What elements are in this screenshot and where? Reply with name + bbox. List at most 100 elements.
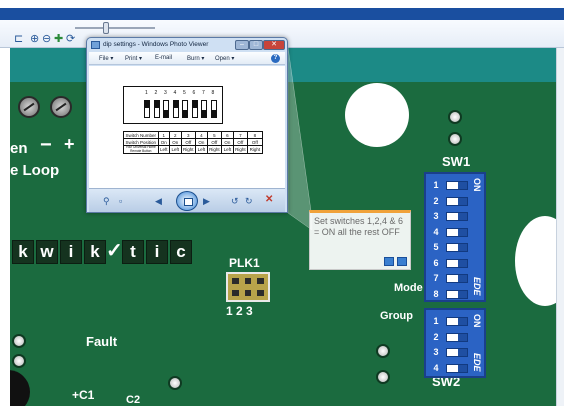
- maximize-button[interactable]: □: [249, 40, 263, 50]
- table-cell: On: [157, 138, 171, 146]
- dip-switch-number: 6: [433, 257, 439, 268]
- tic-letter: t: [122, 240, 144, 264]
- dip-brand-label: EDE: [472, 277, 482, 296]
- actual-size-icon[interactable]: ▫: [119, 196, 122, 206]
- label-c2: C2: [126, 394, 141, 406]
- tooltip-text: Set switches 1,2,4 & 6 = ON all the rest…: [314, 216, 404, 237]
- diagram-switch-number: 2: [154, 90, 158, 96]
- dip-switch-drawing: 12345678: [123, 86, 223, 124]
- help-icon[interactable]: ?: [271, 54, 280, 63]
- dip-switch-toggle: [446, 196, 468, 206]
- table-cell: Your Universal Home Remote Button: [123, 145, 159, 154]
- check-icon: ✓: [106, 240, 123, 262]
- dip-switch-number: 3: [433, 211, 439, 221]
- diagram-switch-knob: [154, 101, 159, 108]
- diagram-switch-knob: [211, 110, 216, 117]
- table-cell: 7: [232, 131, 249, 139]
- dip-brand-label: EDE: [472, 353, 482, 372]
- menu-email[interactable]: E-mail: [155, 55, 172, 61]
- tooltip-next-button[interactable]: [397, 257, 407, 266]
- led: [168, 376, 182, 390]
- led: [12, 334, 26, 348]
- table-cell: Switch Number: [123, 131, 159, 139]
- zoom-out-icon[interactable]: ⊖: [42, 33, 51, 45]
- led: [12, 354, 26, 368]
- header-pin: [255, 276, 266, 286]
- menu-open[interactable]: Open ▾: [215, 55, 234, 62]
- minimize-button[interactable]: –: [235, 40, 249, 50]
- menu-print[interactable]: Print ▾: [125, 55, 142, 62]
- table-cell: Right: [206, 145, 223, 154]
- diagram-switch-number: 8: [211, 90, 215, 96]
- diagram-switch: [153, 100, 160, 118]
- slideshow-button[interactable]: [176, 191, 198, 211]
- table-cell: Off: [180, 138, 197, 146]
- dip-switch-number: 4: [433, 226, 439, 237]
- dip-switch-toggle: [446, 243, 468, 252]
- diagram-switch: [144, 100, 150, 118]
- diagram-switch: [182, 100, 188, 118]
- menu-file[interactable]: File ▾: [99, 55, 113, 62]
- label-en: en: [10, 140, 28, 157]
- refresh-icon[interactable]: ⟳: [66, 33, 75, 45]
- label-fault: Fault: [86, 334, 118, 349]
- mounting-hole: [345, 83, 409, 147]
- delete-icon[interactable]: ✕: [265, 195, 273, 205]
- dip-switch-number: 7: [433, 273, 439, 283]
- dip-switch-knob: [447, 259, 458, 267]
- terminal-screw: [50, 96, 72, 118]
- diagram-switch-knob: [192, 101, 197, 108]
- dip-switch-toggle: [446, 289, 468, 299]
- table-cell: 1: [157, 131, 171, 139]
- dip-switch-number: 4: [433, 362, 439, 373]
- label-minus: −: [40, 134, 52, 156]
- label-plus: +: [64, 134, 75, 154]
- rotate-left-icon[interactable]: ↺: [231, 196, 239, 206]
- instruction-tooltip: Set switches 1,2,4 & 6 = ON all the rest…: [309, 210, 411, 270]
- dip-switch-number: 2: [433, 331, 439, 342]
- led: [376, 370, 390, 384]
- tooltip-prev-button[interactable]: [384, 257, 394, 266]
- tic-letter: i: [146, 240, 168, 264]
- photo-viewer-icon: [91, 41, 100, 49]
- previous-icon[interactable]: ◀: [155, 196, 162, 206]
- terminal-screw: [18, 96, 40, 118]
- label-group: Group: [380, 310, 413, 322]
- led: [448, 132, 462, 146]
- label-plk1: PLK1: [229, 256, 260, 270]
- dip-switch-knob: [447, 333, 458, 341]
- add-icon[interactable]: ✚: [54, 33, 63, 45]
- dip-switch-knob: [447, 290, 458, 298]
- dip-on-label: ON: [472, 314, 482, 328]
- dip-switch-number: 3: [433, 347, 439, 357]
- dip-switch-number: 1: [433, 316, 439, 326]
- rotate-right-icon[interactable]: ↻: [245, 196, 253, 206]
- diagram-switch-number: 3: [164, 90, 167, 96]
- diagram-switch-number: 5: [183, 90, 186, 96]
- menu-burn[interactable]: Burn ▾: [187, 55, 204, 62]
- next-icon[interactable]: ▶: [203, 196, 210, 206]
- dip-switch-toggle: [446, 363, 468, 373]
- dip-settings-image: 12345678 Switch Number 1 2 3 4 5 6 7 8 S…: [119, 84, 263, 172]
- diagram-switch-number: 1: [145, 90, 148, 96]
- zoom-icon[interactable]: ⚲: [103, 196, 110, 206]
- dip-switch-sw2: 1 2 3 4 ON EDE: [424, 308, 486, 378]
- zoom-thumb[interactable]: [103, 22, 109, 34]
- table-cell: Right: [247, 145, 263, 154]
- table-cell: Off: [247, 138, 263, 146]
- dip-switch-toggle: [446, 274, 468, 283]
- close-button[interactable]: ✕: [263, 40, 285, 50]
- right-scrollbar[interactable]: [556, 48, 564, 406]
- app-titlebar: [0, 0, 564, 20]
- dip-switch-knob: [447, 349, 458, 356]
- zoom-in-icon[interactable]: ⊕: [30, 33, 39, 45]
- label-plk-pins: 1 2 3: [226, 304, 253, 318]
- table-cell: On: [169, 138, 182, 146]
- zoom-slider[interactable]: [75, 22, 155, 34]
- table-cell: Left: [157, 145, 171, 154]
- dip-on-label: ON: [472, 178, 482, 192]
- dip-switch-knob: [447, 364, 458, 372]
- table-cell: Right: [232, 145, 249, 154]
- dip-switch-knob: [447, 275, 458, 282]
- back-icon[interactable]: ⊏: [14, 33, 23, 45]
